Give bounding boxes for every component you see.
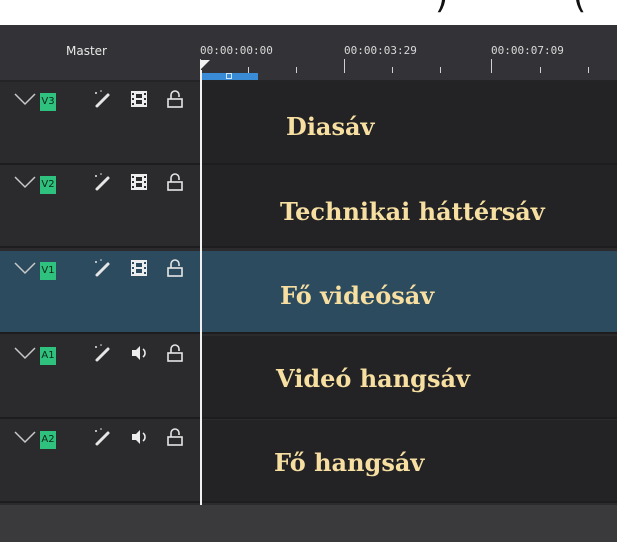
playhead-line[interactable] <box>200 70 202 505</box>
track-tag: A2 <box>40 431 56 449</box>
track-label: Diasáv <box>286 112 375 141</box>
track-v3[interactable]: V3 Diasáv <box>0 82 617 165</box>
track-header[interactable]: A1 <box>0 336 200 419</box>
track-label: Videó hangsáv <box>276 364 470 393</box>
track-header[interactable]: V3 <box>0 82 200 165</box>
master-label: Master <box>66 44 107 58</box>
magic-wand-icon[interactable] <box>92 426 114 448</box>
ruler-minor-tick <box>440 67 441 73</box>
film-strip-icon[interactable] <box>128 171 150 193</box>
track-label: Technikai háttérsáv <box>280 197 545 226</box>
magic-wand-icon[interactable] <box>92 88 114 110</box>
film-strip-icon[interactable] <box>128 88 150 110</box>
track-a1[interactable]: A1 Videó hangsáv <box>0 336 617 419</box>
ruler-minor-tick <box>588 67 589 73</box>
track-header[interactable]: A2 <box>0 420 200 503</box>
chevron-down-icon[interactable] <box>14 430 36 444</box>
top-strip: ) ( <box>0 0 617 25</box>
track-v1[interactable]: V1 Fő videósáv <box>0 251 617 334</box>
chevron-down-icon[interactable] <box>14 92 36 106</box>
track-lane[interactable]: Technikai háttérsáv <box>200 165 617 248</box>
track-label: Fő videósáv <box>280 281 435 310</box>
track-divider <box>0 417 617 419</box>
chevron-down-icon[interactable] <box>14 175 36 189</box>
track-v2[interactable]: V2 Technikai háttérsáv <box>0 165 617 248</box>
track-tag: V2 <box>40 176 56 194</box>
track-lane[interactable]: Fő videósáv <box>200 251 617 334</box>
ruler-tick-label: 00:00:07:09 <box>491 44 564 57</box>
unlocked-padlock-icon[interactable] <box>164 426 186 448</box>
track-header[interactable]: V2 <box>0 165 200 248</box>
top-fragment-left: ) <box>435 0 448 14</box>
track-divider <box>0 501 617 503</box>
timeline-ruler[interactable]: 00:00:00:00 00:00:03:29 00:00:07:09 <box>200 25 617 80</box>
track-a2[interactable]: A2 Fő hangsáv <box>0 420 617 503</box>
magic-wand-icon[interactable] <box>92 171 114 193</box>
ruler-major-tick <box>491 59 492 73</box>
ruler-tick-label: 00:00:03:29 <box>344 44 417 57</box>
track-tag: V3 <box>40 93 56 111</box>
ruler-major-tick <box>344 59 345 73</box>
track-divider <box>0 246 617 248</box>
track-lane[interactable]: Diasáv <box>200 82 617 165</box>
top-fragment-right: ( <box>573 0 586 14</box>
unlocked-padlock-icon[interactable] <box>164 342 186 364</box>
ruler-minor-tick <box>296 67 297 73</box>
unlocked-padlock-icon[interactable] <box>164 171 186 193</box>
unlocked-padlock-icon[interactable] <box>164 257 186 279</box>
speaker-icon[interactable] <box>128 426 150 448</box>
chevron-down-icon[interactable] <box>14 261 36 275</box>
track-header[interactable]: V1 <box>0 251 200 334</box>
magic-wand-icon[interactable] <box>92 342 114 364</box>
track-divider <box>0 332 617 334</box>
zone-handle[interactable] <box>226 73 232 79</box>
ruler-tick-label: 00:00:00:00 <box>200 44 273 57</box>
ruler-minor-tick <box>540 67 541 73</box>
track-lane[interactable]: Videó hangsáv <box>200 336 617 419</box>
track-label: Fő hangsáv <box>274 448 425 477</box>
unlocked-padlock-icon[interactable] <box>164 88 186 110</box>
magic-wand-icon[interactable] <box>92 257 114 279</box>
track-lane[interactable]: Fő hangsáv <box>200 420 617 503</box>
playhead-marker[interactable] <box>200 60 210 70</box>
film-strip-icon[interactable] <box>128 257 150 279</box>
timeline-footer <box>0 505 617 542</box>
track-tag: A1 <box>40 347 56 365</box>
track-tag: V1 <box>40 262 56 280</box>
ruler-minor-tick <box>392 67 393 73</box>
speaker-icon[interactable] <box>128 342 150 364</box>
chevron-down-icon[interactable] <box>14 346 36 360</box>
